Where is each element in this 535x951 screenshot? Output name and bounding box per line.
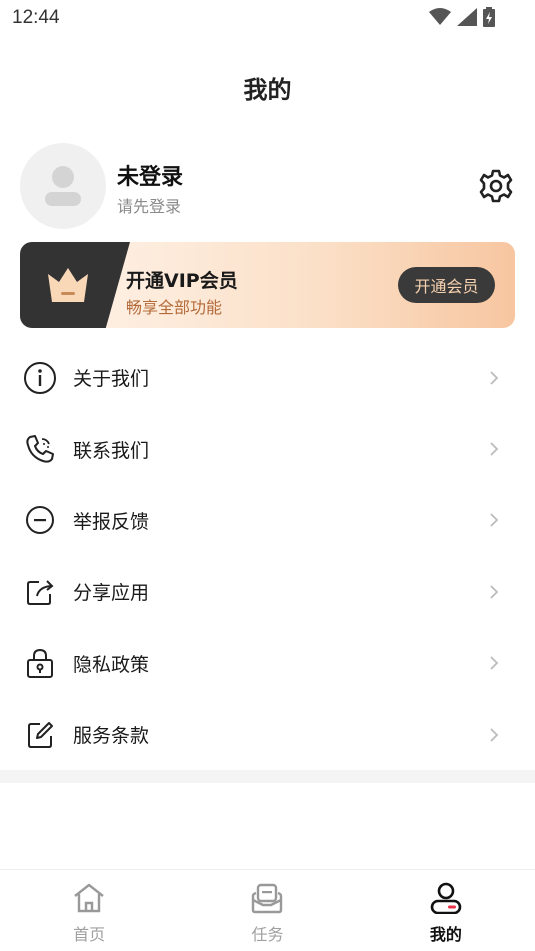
- gear-icon: [479, 169, 513, 203]
- settings-button[interactable]: [477, 167, 515, 205]
- share-icon: [22, 574, 58, 610]
- battery-icon: [483, 7, 495, 31]
- status-bar: 12:44: [0, 0, 535, 38]
- menu-item-label: 隐私政策: [73, 653, 150, 676]
- profile-subtitle: 请先登录: [117, 197, 182, 216]
- chevron-right-icon: [487, 371, 501, 385]
- chevron-right-icon: [487, 656, 501, 670]
- wifi-icon: [429, 8, 451, 30]
- info-icon: [22, 360, 58, 396]
- edit-icon: [22, 717, 58, 753]
- tab-mine[interactable]: 我的: [357, 870, 535, 951]
- bottom-tab-bar: 首页 任务 我的: [0, 869, 535, 951]
- signal-icon: [457, 8, 477, 30]
- tab-label: 首页: [73, 925, 106, 944]
- menu-item-label: 举报反馈: [73, 510, 150, 533]
- open-vip-button[interactable]: 开通会员: [398, 267, 495, 303]
- status-icons: [429, 7, 495, 31]
- menu-item-label: 分享应用: [73, 582, 150, 605]
- tab-label: 我的: [429, 925, 462, 944]
- menu-item-feedback[interactable]: 举报反馈: [0, 485, 535, 556]
- vip-subtitle: 畅享全部功能: [126, 298, 223, 317]
- menu-item-share[interactable]: 分享应用: [0, 556, 535, 627]
- chevron-right-icon: [487, 585, 501, 599]
- profile-section[interactable]: 未登录 请先登录: [20, 143, 515, 229]
- profile-name[interactable]: 未登录: [117, 159, 183, 191]
- menu-item-label: 关于我们: [73, 368, 150, 391]
- tab-home[interactable]: 首页: [0, 870, 178, 951]
- chevron-right-icon: [487, 442, 501, 456]
- chevron-right-icon: [487, 728, 501, 742]
- menu-item-terms[interactable]: 服务条款: [0, 699, 535, 770]
- task-icon: [250, 882, 284, 918]
- lock-icon: [22, 645, 58, 681]
- menu-item-label: 联系我们: [73, 439, 150, 462]
- minus-circle-icon: [22, 502, 58, 538]
- page-title: 我的: [243, 76, 292, 104]
- vip-title: 开通VIP会员: [126, 270, 238, 292]
- avatar[interactable]: [20, 143, 106, 229]
- section-divider: [0, 770, 535, 783]
- home-icon: [72, 882, 106, 918]
- user-placeholder-icon: [45, 166, 81, 206]
- status-time: 12:44: [12, 7, 60, 28]
- menu-item-contact[interactable]: 联系我们: [0, 413, 535, 484]
- menu-item-label: 服务条款: [73, 725, 150, 748]
- settings-menu: 关于我们 联系我们 举报反馈 分享应用 隐私政策 服务条款: [0, 342, 535, 770]
- menu-item-privacy[interactable]: 隐私政策: [0, 628, 535, 699]
- menu-item-about[interactable]: 关于我们: [0, 342, 535, 413]
- phone-icon: [22, 431, 58, 467]
- user-icon: [429, 882, 463, 918]
- vip-banner[interactable]: 开通VIP会员 畅享全部功能 开通会员: [20, 242, 515, 328]
- tab-label: 任务: [251, 925, 284, 944]
- tab-task[interactable]: 任务: [178, 870, 356, 951]
- crown-icon: [46, 266, 90, 308]
- chevron-right-icon: [487, 513, 501, 528]
